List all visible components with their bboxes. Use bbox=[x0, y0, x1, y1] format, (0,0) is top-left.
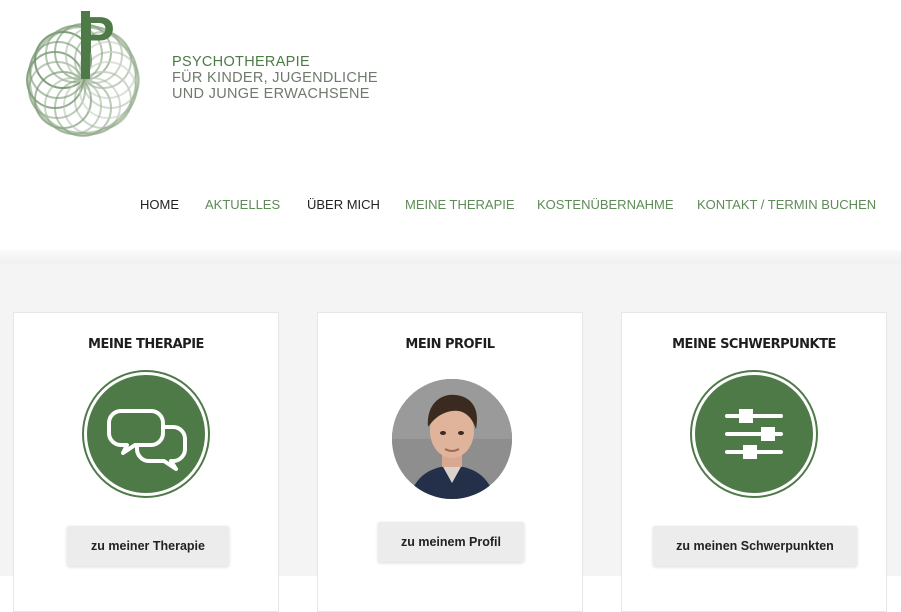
card-title: MEIN PROFIL bbox=[405, 337, 495, 352]
nav-home[interactable]: HOME bbox=[140, 197, 179, 212]
header-divider bbox=[0, 250, 901, 264]
sliders-icon bbox=[725, 409, 783, 459]
nav-kontakt-termin-buchen[interactable]: KONTAKT / TERMIN BUCHEN bbox=[697, 197, 876, 212]
portrait-image bbox=[392, 379, 512, 499]
nav-meine-therapie[interactable]: MEINE THERAPIE bbox=[405, 197, 515, 212]
tagline-line-3: UND JUNGE ERWACHSENE bbox=[172, 86, 370, 102]
card-title: MEINE THERAPIE bbox=[88, 337, 204, 352]
logo[interactable]: P bbox=[8, 5, 158, 155]
card-meine-schwerpunkte: MEINE SCHWERPUNKTE zu meinen Schwerpunkt… bbox=[621, 312, 887, 612]
therapy-icon-circle[interactable] bbox=[84, 372, 208, 496]
profile-photo[interactable] bbox=[392, 379, 512, 499]
main-navigation: HOME AKTUELLES ÜBER MICH MEINE THERAPIE … bbox=[0, 197, 901, 213]
profile-button[interactable]: zu meinem Profil bbox=[378, 522, 524, 562]
nav-ueber-mich[interactable]: ÜBER MICH bbox=[307, 197, 380, 212]
tagline-line-1: PSYCHOTHERAPIE bbox=[172, 54, 310, 70]
card-title: MEINE SCHWERPUNKTE bbox=[672, 337, 836, 352]
card-meine-therapie: MEINE THERAPIE zu meiner Therapie bbox=[13, 312, 279, 612]
tagline: PSYCHOTHERAPIE FÜR KINDER, JUGENDLICHE U… bbox=[172, 54, 378, 102]
nav-kostenuebernahme[interactable]: KOSTENÜBERNAHME bbox=[537, 197, 674, 212]
nav-aktuelles[interactable]: AKTUELLES bbox=[205, 197, 280, 212]
focus-button[interactable]: zu meinen Schwerpunkten bbox=[653, 526, 857, 566]
logo-rosette-icon: P bbox=[26, 7, 140, 137]
tagline-line-2: FÜR KINDER, JUGENDLICHE bbox=[172, 70, 378, 86]
focus-icon-circle[interactable] bbox=[692, 372, 816, 496]
card-mein-profil: MEIN PROFIL zu meinem Profil bbox=[317, 312, 583, 612]
therapy-button[interactable]: zu meiner Therapie bbox=[67, 526, 229, 566]
speech-bubbles-icon bbox=[107, 409, 187, 471]
site-header: P PSYCHOTHERAPIE FÜR KINDER, JUGENDLICHE… bbox=[0, 0, 901, 250]
main-section: MEINE THERAPIE zu meiner Therapie MEIN P… bbox=[0, 264, 901, 612]
